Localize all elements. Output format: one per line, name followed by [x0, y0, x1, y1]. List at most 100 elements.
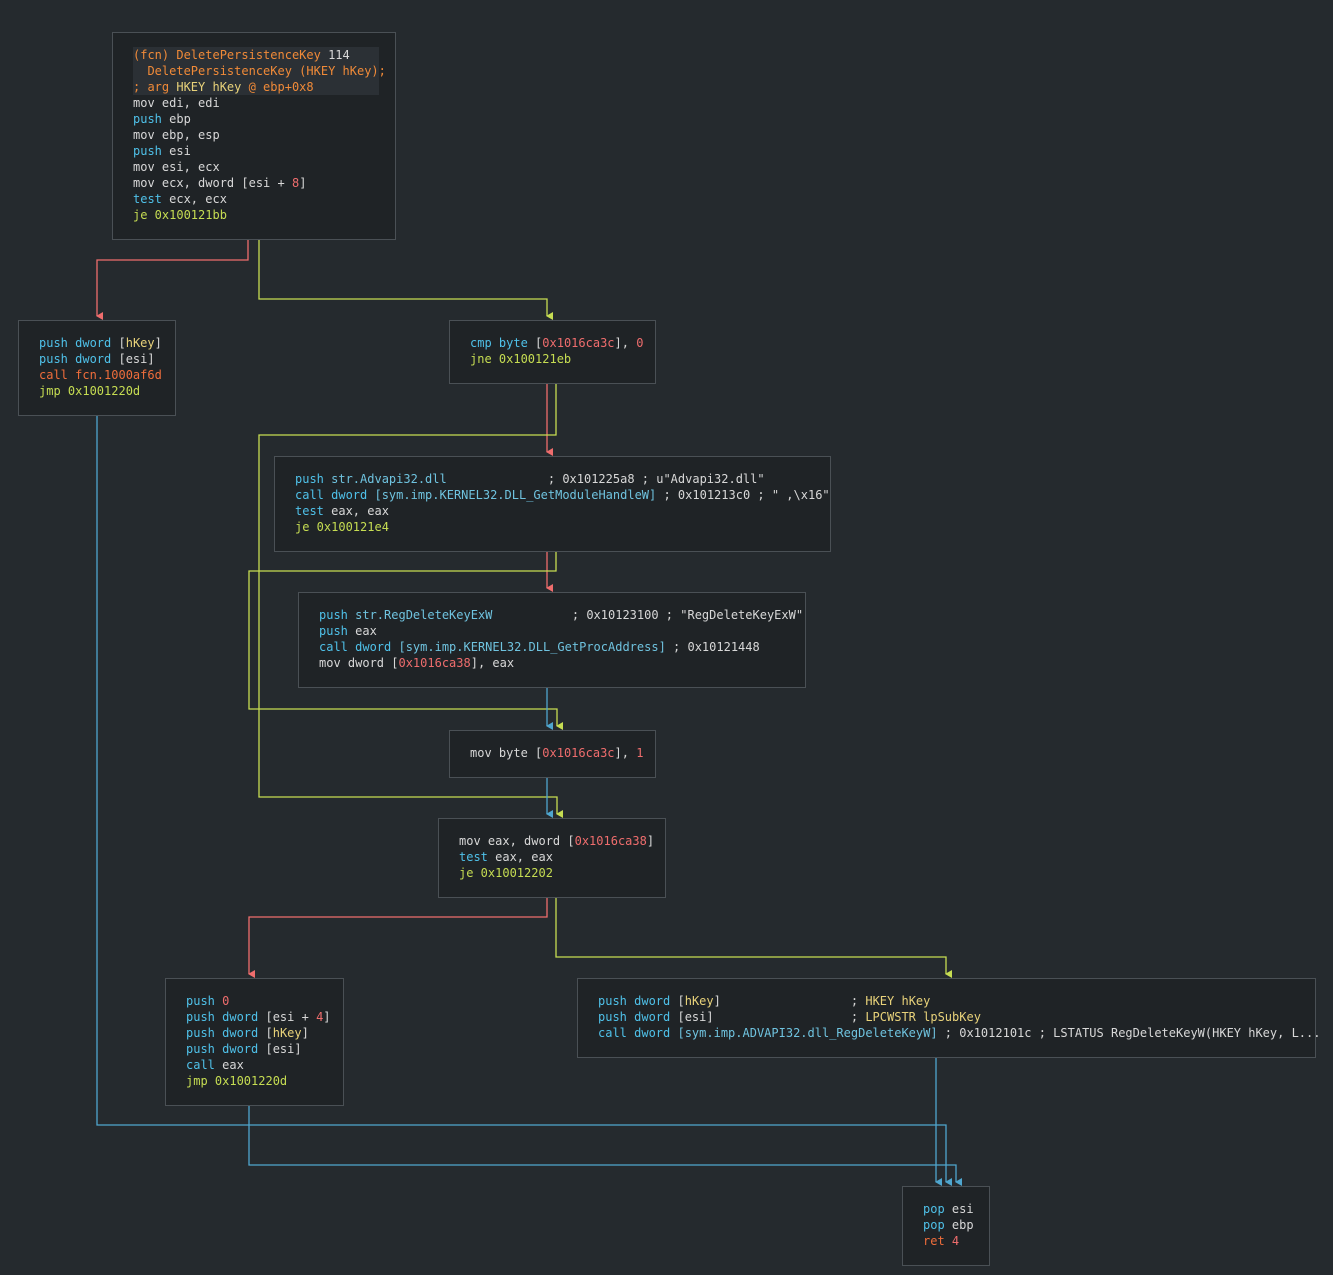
- code-line[interactable]: je 0x100121bb: [133, 207, 377, 223]
- code-line[interactable]: push 0: [186, 993, 343, 1009]
- code-line[interactable]: je 0x10012202: [459, 865, 665, 881]
- code-token: ebp: [951, 1218, 974, 1232]
- code-line[interactable]: push dword [hKey] ; HKEY hKey: [598, 993, 1315, 1009]
- code-token: eax: [355, 624, 377, 638]
- block-cmp[interactable]: cmp byte [0x1016ca3c], 0 jne 0x100121eb: [449, 320, 656, 384]
- code-line[interactable]: push str.RegDeleteKeyExW ; 0x10123100 ; …: [319, 607, 805, 623]
- code-token: LPCWSTR lpSubKey: [865, 1010, 981, 1024]
- code-line[interactable]: (fcn) DeletePersistenceKey 114: [133, 47, 379, 63]
- code-line[interactable]: mov edi, edi: [133, 95, 377, 111]
- code-line[interactable]: mov ebp, esp: [133, 127, 377, 143]
- code-token: mov: [133, 176, 162, 190]
- code-token: [sym.imp.KERNEL32.DLL_GetModuleHandleW]: [374, 488, 657, 502]
- block-get-module-handle[interactable]: push str.Advapi32.dll ; 0x101225a8 ; u"A…: [274, 456, 831, 552]
- code-line[interactable]: mov eax, dword [0x1016ca38]: [459, 833, 665, 849]
- code-line[interactable]: mov dword [0x1016ca38], eax: [319, 655, 805, 671]
- code-line[interactable]: call eax: [186, 1057, 343, 1073]
- code-line[interactable]: test eax, eax: [295, 503, 830, 519]
- code-line[interactable]: call dword [sym.imp.ADVAPI32.dll_RegDele…: [598, 1025, 1320, 1041]
- edge-n7-n9: [555, 898, 952, 978]
- code-line[interactable]: push dword [esi] ; LPCWSTR lpSubKey: [598, 1009, 1315, 1025]
- code-token: 0: [222, 994, 230, 1008]
- code-token: edi, edi: [161, 96, 220, 110]
- code-token: ecx, ecx: [169, 192, 227, 206]
- code-line[interactable]: push ebp: [133, 111, 377, 127]
- code-token: ebp: [169, 112, 191, 126]
- code-token: ebp, esp: [161, 128, 220, 142]
- code-line[interactable]: mov ecx, dword [esi + 8]: [133, 175, 377, 191]
- code-line[interactable]: push dword [hKey]: [186, 1025, 343, 1041]
- code-token: eax, eax: [495, 850, 553, 864]
- block-call-eax[interactable]: push 0 push dword [esi + 4] push dword [hK…: [165, 978, 344, 1106]
- code-token: ]: [713, 994, 721, 1008]
- code-token: push: [133, 144, 170, 158]
- code-token: [esi]: [677, 1010, 714, 1024]
- code-token: [esi]: [118, 352, 155, 366]
- code-token: jne 0x100121eb: [470, 352, 572, 366]
- code-token: ], eax: [470, 656, 515, 670]
- code-line[interactable]: push dword [esi]: [39, 351, 175, 367]
- code-line[interactable]: pop ebp: [923, 1217, 989, 1233]
- block-call-fcn-code: push dword [hKey] push dword [esi] call fc…: [39, 335, 175, 399]
- block-return-code: pop esi pop ebp ret 4: [923, 1201, 989, 1249]
- code-token: mov: [470, 746, 499, 760]
- code-token: call fcn.1000af6d: [39, 368, 162, 382]
- code-line[interactable]: jmp 0x1001220d: [186, 1073, 343, 1089]
- edge-n7-n8: [248, 898, 548, 978]
- code-token: [: [118, 336, 126, 350]
- code-line[interactable]: push eax: [319, 623, 805, 639]
- code-token: push: [295, 472, 332, 486]
- code-token: ; 0x101225a8 ; u"Advapi32.dll": [446, 472, 765, 486]
- code-line[interactable]: call dword [sym.imp.KERNEL32.DLL_GetModu…: [295, 487, 830, 503]
- block-entry-code: mov edi, edi push ebp mov ebp, esp push esi…: [133, 95, 377, 223]
- block-reg-delete-key-code: push dword [hKey] ; HKEY hKey push dword …: [598, 993, 1320, 1041]
- code-line[interactable]: je 0x100121e4: [295, 519, 830, 535]
- block-set-flag[interactable]: mov byte [0x1016ca3c], 1: [449, 730, 656, 778]
- code-line[interactable]: call fcn.1000af6d: [39, 367, 175, 383]
- code-token: ]: [299, 176, 307, 190]
- code-token: 1: [636, 746, 644, 760]
- code-token: hKey: [684, 994, 714, 1008]
- code-line[interactable]: push esi: [133, 143, 377, 159]
- code-token: (fcn) DeletePersistenceKey: [133, 48, 329, 62]
- block-call-fcn[interactable]: push dword [hKey] push dword [esi] call fc…: [18, 320, 176, 416]
- block-get-module-handle-code: push str.Advapi32.dll ; 0x101225a8 ; u"A…: [295, 471, 830, 535]
- block-return[interactable]: pop esi pop ebp ret 4: [902, 1186, 990, 1266]
- block-get-proc-address[interactable]: push str.RegDeleteKeyExW ; 0x10123100 ; …: [298, 592, 806, 688]
- block-reg-delete-key[interactable]: push dword [hKey] ; HKEY hKey push dword …: [577, 978, 1320, 1058]
- code-line[interactable]: jmp 0x1001220d: [39, 383, 175, 399]
- code-line[interactable]: ; arg HKEY hKey @ ebp+0x8: [133, 79, 379, 95]
- code-line[interactable]: mov esi, ecx: [133, 159, 377, 175]
- code-line[interactable]: push dword [hKey]: [39, 335, 175, 351]
- code-line[interactable]: mov byte [0x1016ca3c], 1: [470, 745, 655, 761]
- code-line[interactable]: pop esi: [923, 1201, 989, 1217]
- code-token: push: [186, 994, 223, 1008]
- code-line[interactable]: push str.Advapi32.dll ; 0x101225a8 ; u"A…: [295, 471, 830, 487]
- block-test-ptr-code: mov eax, dword [0x1016ca38] test eax, eax…: [459, 833, 665, 881]
- code-token: push dword: [598, 994, 678, 1008]
- code-token: test: [133, 192, 170, 206]
- code-line[interactable]: push dword [esi]: [186, 1041, 343, 1057]
- code-token: hKey: [272, 1026, 302, 1040]
- code-line[interactable]: test eax, eax: [459, 849, 665, 865]
- code-token: push dword: [39, 336, 119, 350]
- code-token: @ ebp+0x8: [248, 80, 314, 94]
- block-entry[interactable]: (fcn) DeletePersistenceKey 114 DeletePer…: [112, 32, 396, 240]
- code-line[interactable]: ret 4: [923, 1233, 989, 1249]
- code-token: push dword: [39, 352, 119, 366]
- code-line[interactable]: call dword [sym.imp.KERNEL32.DLL_GetProc…: [319, 639, 805, 655]
- code-line[interactable]: cmp byte [0x1016ca3c], 0: [470, 335, 655, 351]
- code-token: esi: [169, 144, 191, 158]
- code-token: 4: [951, 1234, 960, 1248]
- edge-n1-n3: [258, 240, 553, 320]
- edge-n8-n10: [248, 1106, 962, 1186]
- code-line[interactable]: DeletePersistenceKey (HKEY hKey);: [133, 63, 385, 79]
- block-test-ptr[interactable]: mov eax, dword [0x1016ca38] test eax, eax…: [438, 818, 666, 898]
- code-token: 0x1016ca3c: [542, 336, 615, 350]
- code-line[interactable]: push dword [esi + 4]: [186, 1009, 343, 1025]
- code-token: push: [133, 112, 170, 126]
- code-line[interactable]: test ecx, ecx: [133, 191, 377, 207]
- code-line[interactable]: jne 0x100121eb: [470, 351, 655, 367]
- code-token: ; arg: [133, 80, 177, 94]
- code-token: (HKEY hKey);: [299, 64, 386, 78]
